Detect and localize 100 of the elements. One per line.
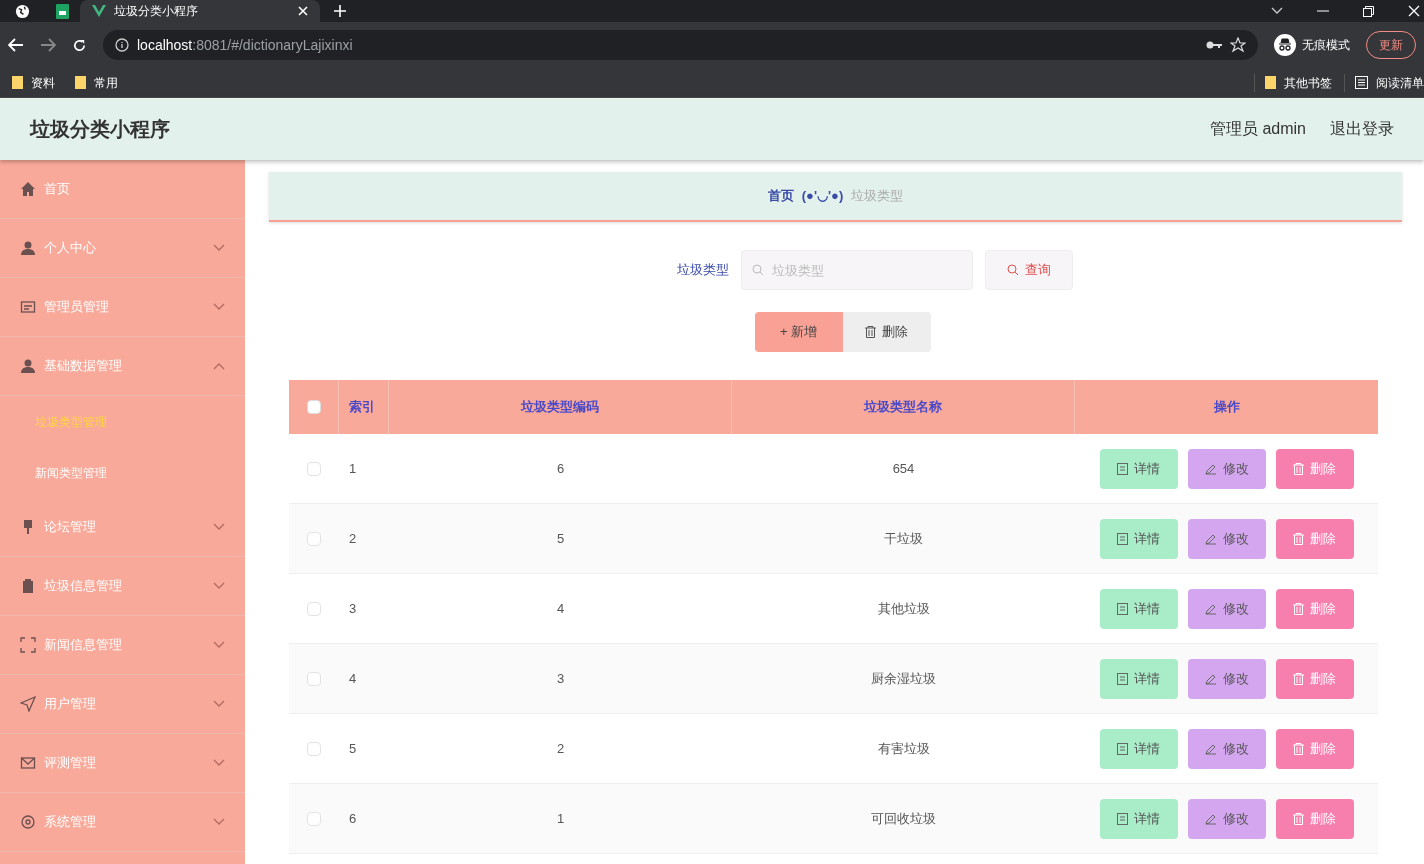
address-bar[interactable]: localhost:8081/#/dictionaryLajixinxi bbox=[103, 30, 1258, 60]
column-header: 索引 bbox=[349, 398, 375, 417]
admin-label: 管理员 admin bbox=[1209, 119, 1306, 139]
table-cell-text: 可回收垃圾 bbox=[871, 809, 936, 828]
column-header: 操作 bbox=[1213, 398, 1240, 417]
browser-tab[interactable]: 垃圾分类小程序 bbox=[80, 0, 320, 22]
close-icon[interactable] bbox=[1408, 5, 1420, 17]
table-cell-text: 干垃圾 bbox=[884, 529, 923, 548]
breadcrumb-separator: (●'◡'●) bbox=[801, 187, 844, 206]
search-field[interactable]: 垃圾类型 bbox=[740, 250, 973, 290]
reading-list-icon bbox=[1355, 76, 1368, 89]
pencil-icon bbox=[1204, 602, 1217, 615]
info-icon bbox=[115, 38, 129, 52]
detail-button[interactable]: 详情 bbox=[1099, 658, 1178, 699]
document-icon bbox=[1117, 462, 1128, 475]
mail-icon bbox=[20, 755, 36, 771]
chevron-down-icon[interactable] bbox=[1271, 7, 1283, 15]
document-icon bbox=[1117, 742, 1128, 755]
row-checkbox[interactable] bbox=[307, 811, 321, 826]
pencil-icon bbox=[1204, 532, 1217, 545]
logout-link[interactable]: 退出登录 bbox=[1330, 117, 1394, 141]
new-tab-icon[interactable] bbox=[334, 5, 346, 17]
pencil-icon bbox=[1204, 672, 1217, 685]
table-cell-text: 5 bbox=[556, 529, 565, 548]
detail-button[interactable]: 详情 bbox=[1099, 728, 1178, 769]
table-cell-text: 1 bbox=[556, 809, 565, 828]
breadcrumb-link[interactable]: 首页 bbox=[767, 186, 794, 206]
detail-button[interactable]: 详情 bbox=[1099, 798, 1178, 839]
row-checkbox[interactable] bbox=[307, 741, 321, 756]
forward-icon[interactable] bbox=[40, 38, 56, 52]
edit-button[interactable]: 修改 bbox=[1187, 518, 1266, 559]
sheet-icon bbox=[55, 3, 69, 19]
tab-title: 垃圾分类小程序 bbox=[114, 3, 199, 20]
bookmark-label[interactable]: 其他书签 bbox=[1284, 73, 1332, 92]
edit-button[interactable]: 修改 bbox=[1187, 588, 1266, 629]
table-cell-text: 有害垃圾 bbox=[877, 739, 930, 758]
send-icon bbox=[20, 696, 36, 712]
document-icon bbox=[1117, 532, 1128, 545]
bookmark-label[interactable]: 常用 bbox=[94, 73, 118, 92]
delete-button[interactable]: 删除 bbox=[1275, 798, 1354, 839]
reload-icon[interactable] bbox=[72, 37, 87, 53]
folder-icon bbox=[75, 76, 86, 89]
edit-button[interactable]: 修改 bbox=[1187, 798, 1266, 839]
table-cell-text: 4 bbox=[556, 599, 565, 618]
detail-button[interactable]: 详情 bbox=[1099, 588, 1178, 629]
document-icon bbox=[1117, 602, 1128, 615]
document-icon bbox=[1117, 812, 1128, 825]
delete-button[interactable]: 删除 bbox=[1275, 448, 1354, 489]
trash-icon bbox=[1293, 532, 1304, 545]
search-icon bbox=[751, 264, 764, 276]
search-icon bbox=[1006, 264, 1019, 276]
bookmark-label[interactable]: 资料 bbox=[31, 73, 55, 92]
pencil-icon bbox=[1204, 812, 1217, 825]
folder-icon bbox=[1265, 76, 1276, 89]
delete-button[interactable]: 删除 bbox=[1275, 728, 1354, 769]
column-header[interactable]: 垃圾类型编码 bbox=[521, 397, 599, 417]
trash-icon bbox=[1293, 602, 1304, 615]
query-button[interactable]: 查询 bbox=[984, 250, 1073, 290]
batch-delete-button[interactable]: 删除 bbox=[842, 312, 931, 352]
star-icon[interactable] bbox=[1230, 37, 1246, 53]
pencil-icon bbox=[1204, 742, 1217, 755]
edit-button[interactable]: 修改 bbox=[1187, 658, 1266, 699]
bin-icon bbox=[20, 578, 36, 594]
row-checkbox[interactable] bbox=[307, 461, 321, 476]
url-text: localhost:8081/#/dictionaryLajixinxi bbox=[137, 35, 353, 55]
bookmark-label[interactable]: 阅读清单 bbox=[1376, 73, 1424, 92]
user-icon bbox=[20, 358, 36, 374]
search-label: 垃圾类型 bbox=[676, 261, 729, 280]
row-checkbox[interactable] bbox=[307, 671, 321, 686]
table-cell-text: 6 bbox=[556, 459, 565, 478]
close-icon[interactable] bbox=[298, 6, 308, 16]
table-cell-text: 3 bbox=[556, 669, 565, 688]
table-cell: 2 bbox=[349, 530, 357, 546]
trash-icon bbox=[1293, 812, 1304, 825]
key-icon[interactable] bbox=[1206, 40, 1222, 50]
edit-button[interactable]: 修改 bbox=[1187, 728, 1266, 769]
pencil-icon bbox=[1204, 462, 1217, 475]
restore-icon[interactable] bbox=[1363, 5, 1374, 17]
add-button[interactable]: + 新增 bbox=[754, 312, 843, 352]
delete-button[interactable]: 删除 bbox=[1275, 518, 1354, 559]
back-icon[interactable] bbox=[8, 38, 24, 52]
frame-icon bbox=[20, 637, 36, 653]
app-title: 垃圾分类小程序 bbox=[30, 117, 170, 142]
edit-button[interactable]: 修改 bbox=[1187, 448, 1266, 489]
column-header[interactable]: 垃圾类型名称 bbox=[864, 397, 942, 417]
detail-button[interactable]: 详情 bbox=[1099, 518, 1178, 559]
trash-icon bbox=[1293, 462, 1304, 475]
breadcrumb-current: 垃圾类型 bbox=[851, 187, 904, 206]
delete-button[interactable]: 删除 bbox=[1275, 658, 1354, 699]
row-checkbox[interactable] bbox=[307, 531, 321, 546]
profile-label[interactable]: 无痕模式 bbox=[1302, 36, 1350, 54]
select-all-checkbox[interactable] bbox=[306, 400, 321, 414]
trash-icon bbox=[1293, 742, 1304, 755]
table-cell: 4 bbox=[349, 670, 357, 686]
table-cell: 1 bbox=[349, 460, 357, 476]
detail-button[interactable]: 详情 bbox=[1099, 448, 1178, 489]
delete-button[interactable]: 删除 bbox=[1275, 588, 1354, 629]
gear-icon bbox=[20, 814, 36, 830]
incognito-icon bbox=[1274, 34, 1296, 56]
row-checkbox[interactable] bbox=[307, 601, 321, 616]
